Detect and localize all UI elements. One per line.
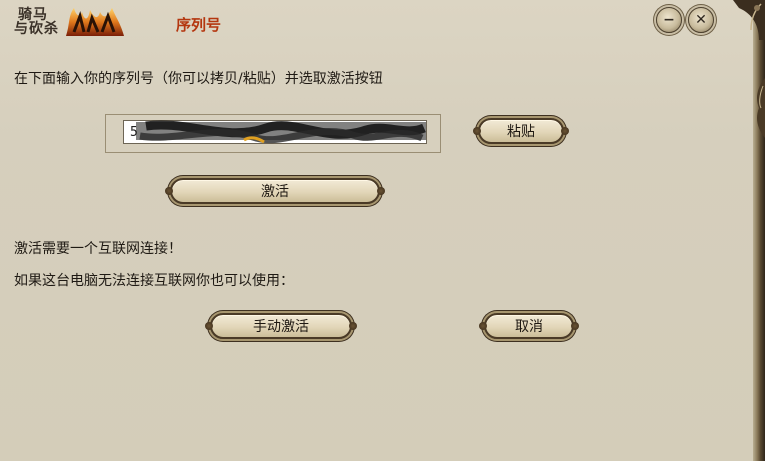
- minimize-icon: −: [663, 12, 675, 28]
- logo-text-line1: 骑马: [18, 7, 48, 23]
- serial-input[interactable]: [123, 120, 427, 144]
- close-button[interactable]: ✕: [688, 7, 714, 33]
- side-ornament-icon: [757, 78, 765, 138]
- game-logo: 骑马 与砍杀: [14, 6, 126, 38]
- paste-button[interactable]: 粘贴: [473, 118, 569, 144]
- minimize-button[interactable]: −: [656, 7, 682, 33]
- serial-dialog: 骑马 与砍杀 序列号 − ✕ 在下面输入你的序列号（你可以拷贝/粘贴）并选取激活…: [0, 0, 765, 461]
- cancel-button[interactable]: 取消: [479, 313, 579, 339]
- manual-activate-button[interactable]: 手动激活: [205, 313, 357, 339]
- activate-button[interactable]: 激活: [165, 178, 385, 204]
- serial-instructions: 在下面输入你的序列号（你可以拷贝/粘贴）并选取激活按钮: [14, 71, 383, 87]
- warband-flame-logo-icon: [66, 8, 124, 36]
- offline-activation-hint: 如果这台电脑无法连接互联网你也可以使用：: [14, 273, 294, 289]
- close-icon: ✕: [695, 12, 707, 28]
- dialog-title: 序列号: [176, 16, 222, 34]
- corner-ornament-icon: [733, 0, 765, 40]
- window-right-border: [753, 0, 765, 461]
- internet-required-note: 激活需要一个互联网连接！: [14, 241, 182, 257]
- logo-text-line2: 与砍杀: [14, 21, 59, 37]
